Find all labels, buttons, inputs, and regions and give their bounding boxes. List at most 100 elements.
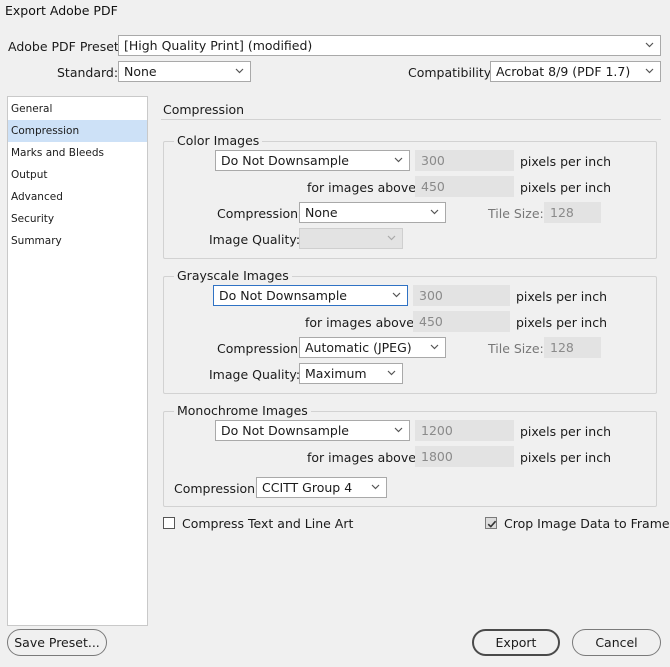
chevron-down-icon [430,207,439,216]
grayscale-ppi-field[interactable]: 300 [413,285,510,306]
color-tile-label: Tile Size: [488,206,544,221]
monochrome-above-field[interactable]: 1800 [415,446,514,467]
compress-text-checkbox[interactable] [163,517,175,529]
sidebar-item-label: Security [11,213,55,225]
color-quality-dropdown[interactable] [299,228,403,249]
chevron-down-icon [235,66,244,75]
monochrome-ppi-value: 1200 [421,423,453,438]
monochrome-downsample-dropdown[interactable]: Do Not Downsample [215,420,410,441]
color-quality-label: Image Quality: [209,232,301,247]
compatibility-value: Acrobat 8/9 (PDF 1.7) [496,64,631,79]
chevron-down-icon [392,290,401,299]
color-tile-value: 128 [550,205,574,220]
color-above-field[interactable]: 450 [415,176,514,197]
sidebar-item-label: Marks and Bleeds [11,147,104,159]
grayscale-tile-label: Tile Size: [488,341,544,356]
export-button[interactable]: Export [472,629,560,656]
compatibility-dropdown[interactable]: Acrobat 8/9 (PDF 1.7) [490,61,661,82]
grayscale-ppi-unit: pixels per inch [516,289,607,304]
color-downsample-value: Do Not Downsample [221,153,349,168]
grayscale-above-unit: pixels per inch [516,315,607,330]
monochrome-ppi-unit: pixels per inch [520,424,611,439]
color-compression-value: None [305,205,338,220]
sidebar-item-output[interactable]: Output [8,164,147,186]
color-ppi-value: 300 [421,153,445,168]
color-above-label: for images above: [307,180,421,195]
window-title: Export Adobe PDF [5,3,118,18]
grayscale-above-label: for images above: [305,315,419,330]
sidebar-item-label: Compression [11,125,80,137]
sidebar-item-general[interactable]: General [8,98,147,120]
heading-divider [161,119,661,120]
sidebar-item-advanced[interactable]: Advanced [8,186,147,208]
grayscale-above-value: 450 [419,314,443,329]
color-above-unit: pixels per inch [520,180,611,195]
grayscale-compression-label: Compression: [217,341,303,356]
chevron-down-icon [645,40,654,49]
compatibility-label: Compatibility: [408,65,495,80]
monochrome-compression-dropdown[interactable]: CCITT Group 4 [256,477,387,498]
monochrome-compression-label: Compression: [174,481,260,496]
grayscale-tile-value: 128 [550,340,574,355]
sidebar-item-label: Summary [11,235,62,247]
sidebar-item-label: General [11,103,53,115]
standard-value: None [124,64,157,79]
grayscale-tile-field[interactable]: 128 [544,337,601,358]
grayscale-downsample-dropdown[interactable]: Do Not Downsample [213,285,408,306]
monochrome-ppi-field[interactable]: 1200 [415,420,514,441]
grayscale-ppi-value: 300 [419,288,443,303]
preset-value: [High Quality Print] (modified) [124,38,313,53]
monochrome-downsample-value: Do Not Downsample [221,423,349,438]
sidebar-item-label: Output [11,169,48,181]
color-compression-dropdown[interactable]: None [299,202,446,223]
title-bar: Export Adobe PDF [0,0,670,24]
color-tile-field[interactable]: 128 [544,202,601,223]
crop-image-label: Crop Image Data to Frames [504,516,670,531]
chevron-down-icon [387,233,396,242]
monochrome-images-title: Monochrome Images [174,403,311,418]
color-ppi-field[interactable]: 300 [415,150,514,171]
sidebar-item-summary[interactable]: Summary [8,230,147,252]
monochrome-above-label: for images above: [307,450,421,465]
sidebar-item-security[interactable]: Security [8,208,147,230]
compress-text-label: Compress Text and Line Art [182,516,354,531]
checkmark-icon [487,520,497,528]
chevron-down-icon [371,482,380,491]
chevron-down-icon [394,155,403,164]
chevron-down-icon [645,66,654,75]
color-downsample-dropdown[interactable]: Do Not Downsample [215,150,410,171]
color-above-value: 450 [421,179,445,194]
chevron-down-icon [387,368,396,377]
sidebar: General Compression Marks and Bleeds Out… [7,96,148,626]
chevron-down-icon [430,342,439,351]
cancel-button[interactable]: Cancel [572,629,661,656]
color-ppi-unit: pixels per inch [520,154,611,169]
grayscale-compression-value: Automatic (JPEG) [305,340,412,355]
monochrome-above-value: 1800 [421,449,453,464]
monochrome-compression-value: CCITT Group 4 [262,480,353,495]
sidebar-item-label: Advanced [11,191,63,203]
export-label: Export [495,635,537,650]
preset-dropdown[interactable]: [High Quality Print] (modified) [118,35,661,56]
grayscale-above-field[interactable]: 450 [413,311,510,332]
grayscale-quality-dropdown[interactable]: Maximum [299,363,403,384]
save-preset-button[interactable]: Save Preset... [7,629,107,656]
grayscale-compression-dropdown[interactable]: Automatic (JPEG) [299,337,446,358]
grayscale-quality-value: Maximum [305,366,367,381]
color-images-title: Color Images [174,133,263,148]
cancel-label: Cancel [595,635,638,650]
sidebar-item-compression[interactable]: Compression [8,120,147,142]
crop-image-checkbox[interactable] [485,517,497,529]
panel-heading: Compression [163,102,245,117]
chevron-down-icon [394,425,403,434]
preset-label: Adobe PDF Preset: [8,39,124,54]
sidebar-item-marks-and-bleeds[interactable]: Marks and Bleeds [8,142,147,164]
grayscale-quality-label: Image Quality: [209,367,301,382]
color-compression-label: Compression: [217,206,303,221]
monochrome-above-unit: pixels per inch [520,450,611,465]
save-preset-label: Save Preset... [14,635,100,650]
grayscale-downsample-value: Do Not Downsample [219,288,347,303]
standard-dropdown[interactable]: None [118,61,251,82]
standard-label: Standard: [57,65,119,80]
grayscale-images-title: Grayscale Images [174,268,292,283]
